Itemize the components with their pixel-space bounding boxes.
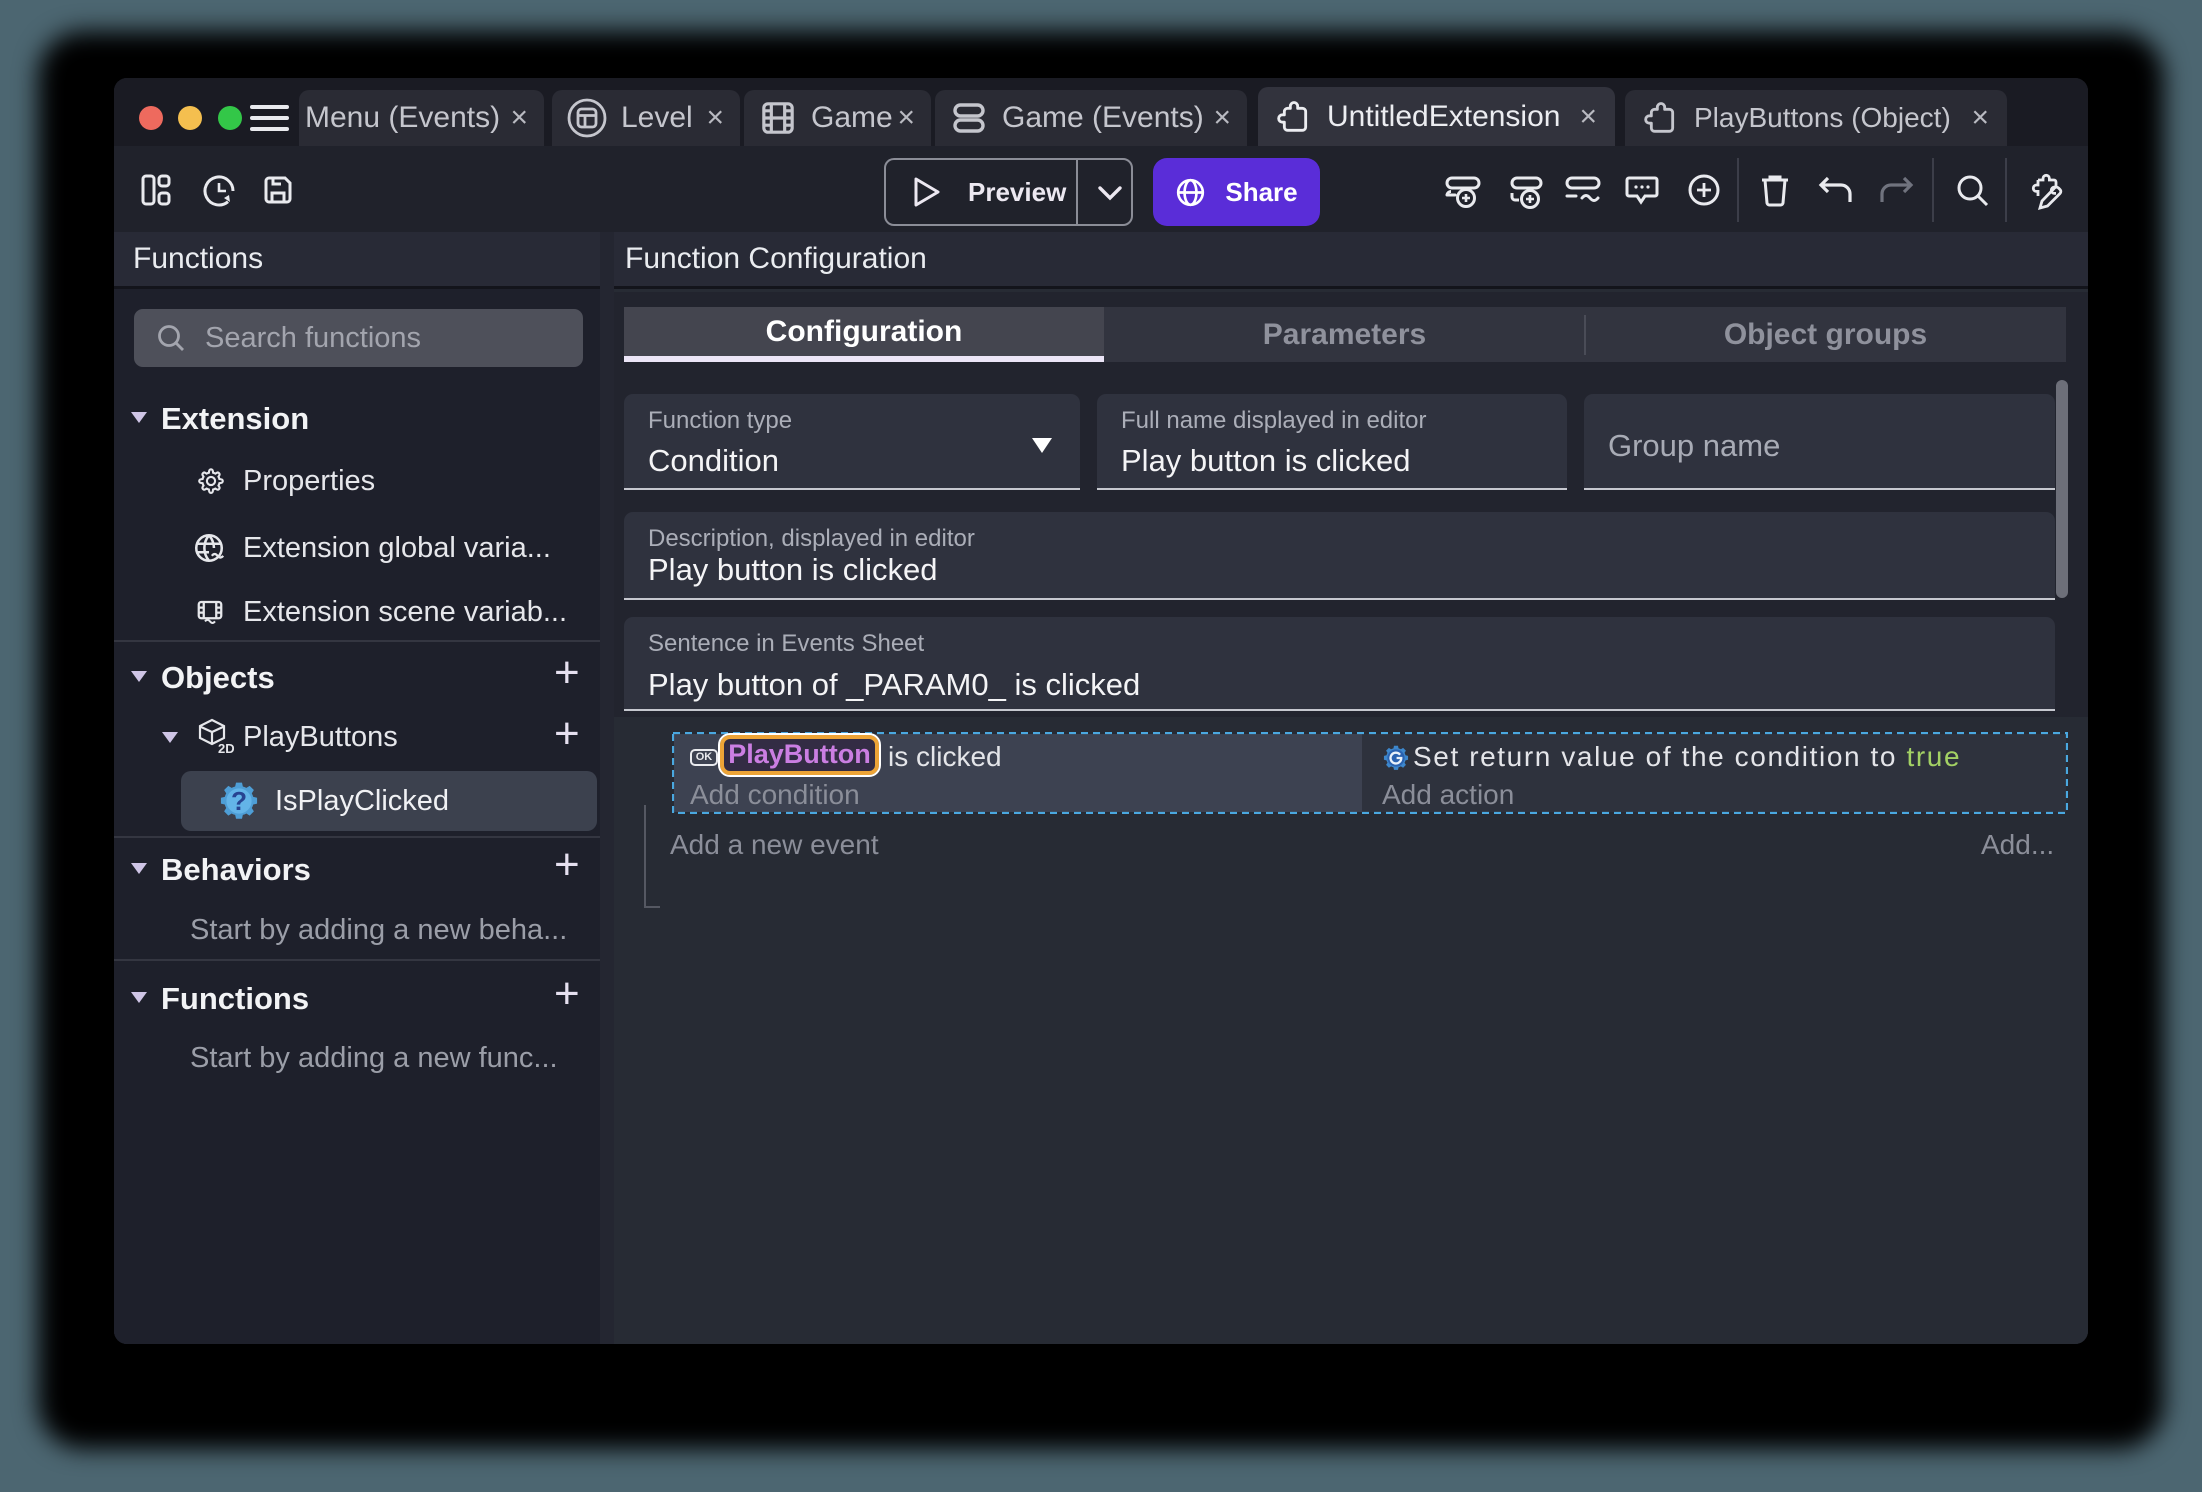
svg-text:2D: 2D: [218, 741, 234, 756]
svg-text:?: ?: [231, 786, 247, 816]
